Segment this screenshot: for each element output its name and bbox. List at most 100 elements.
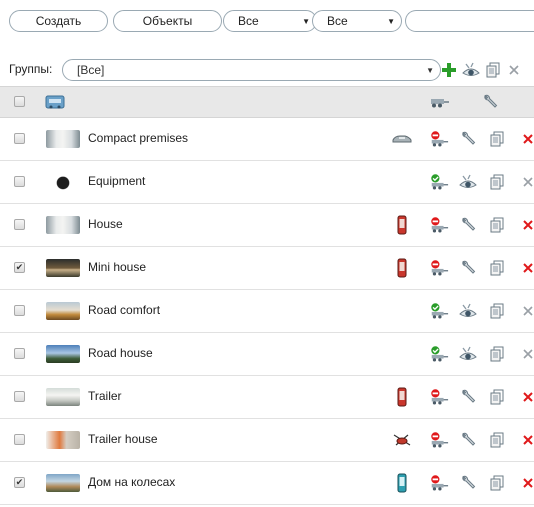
- wrench-icon[interactable]: [458, 128, 478, 150]
- phone-red-icon: [392, 257, 412, 279]
- add-group-icon[interactable]: [439, 59, 459, 81]
- groups-select[interactable]: [Все] ▼: [62, 59, 441, 81]
- copy-icon[interactable]: [487, 429, 507, 451]
- unit-thumbnail: [46, 216, 80, 234]
- unit-name[interactable]: Road comfort: [88, 303, 160, 317]
- unit-type-header-icon: [45, 91, 65, 113]
- table-row: ✔ Дом на колесах: [0, 462, 534, 505]
- unit-name[interactable]: Trailer house: [88, 432, 158, 446]
- row-checkbox[interactable]: [14, 348, 25, 359]
- delete-icon[interactable]: [518, 257, 534, 279]
- wrench-icon[interactable]: [458, 214, 478, 236]
- phone-red-icon: [392, 214, 412, 236]
- eye-icon[interactable]: [458, 343, 478, 365]
- wrench-header-icon: [480, 91, 500, 113]
- objects-button[interactable]: Объекты: [113, 10, 222, 32]
- unit-thumbnail: [46, 130, 80, 148]
- chevron-down-icon: ▼: [426, 65, 434, 75]
- copy-icon[interactable]: [487, 214, 507, 236]
- table-row: House: [0, 204, 534, 247]
- unit-name[interactable]: House: [88, 217, 123, 231]
- unit-thumbnail: [46, 259, 80, 277]
- table-row: Trailer house: [0, 419, 534, 462]
- close-icon[interactable]: [504, 59, 524, 81]
- copy-icon[interactable]: [487, 300, 507, 322]
- table-header: [0, 86, 534, 118]
- row-checkbox[interactable]: [14, 133, 25, 144]
- copy-icon[interactable]: [487, 472, 507, 494]
- eye-icon[interactable]: [458, 171, 478, 193]
- row-checkbox[interactable]: ✔: [14, 262, 25, 273]
- phone-teal-icon: [392, 472, 412, 494]
- status-red-trailer-icon[interactable]: [429, 386, 449, 408]
- unit-thumbnail: [46, 173, 80, 191]
- close-icon[interactable]: [518, 171, 534, 193]
- copy-icon[interactable]: [487, 343, 507, 365]
- copy-icon[interactable]: [483, 59, 503, 81]
- table-body: Compact premises Equipment House ✔ Mini hous…: [0, 118, 534, 505]
- status-green-trailer-icon[interactable]: [429, 171, 449, 193]
- table-row: ✔ Mini house: [0, 247, 534, 290]
- close-icon[interactable]: [518, 300, 534, 322]
- phone-red-icon: [392, 386, 412, 408]
- row-checkbox[interactable]: [14, 305, 25, 316]
- table-row: Trailer: [0, 376, 534, 419]
- status-green-trailer-icon[interactable]: [429, 300, 449, 322]
- wrench-icon[interactable]: [458, 429, 478, 451]
- row-checkbox[interactable]: ✔: [14, 477, 25, 488]
- status-red-trailer-icon[interactable]: [429, 257, 449, 279]
- wrench-icon[interactable]: [458, 386, 478, 408]
- eye-icon[interactable]: [458, 300, 478, 322]
- delete-icon[interactable]: [518, 472, 534, 494]
- row-checkbox[interactable]: [14, 391, 25, 402]
- delete-icon[interactable]: [518, 429, 534, 451]
- table-row: Road comfort: [0, 290, 534, 333]
- table-row: Equipment: [0, 161, 534, 204]
- delete-icon[interactable]: [518, 214, 534, 236]
- units-table: Compact premises Equipment House ✔ Mini hous…: [0, 86, 534, 505]
- groups-label: Группы:: [9, 62, 53, 76]
- status-red-trailer-icon[interactable]: [429, 472, 449, 494]
- chevron-down-icon: ▼: [387, 16, 395, 26]
- create-button[interactable]: Создать: [9, 10, 108, 32]
- car-icon: [392, 128, 412, 150]
- wrench-icon[interactable]: [458, 257, 478, 279]
- filter-select-2-value: Все: [327, 14, 348, 28]
- close-icon[interactable]: [518, 343, 534, 365]
- delete-icon[interactable]: [518, 128, 534, 150]
- status-red-trailer-icon[interactable]: [429, 214, 449, 236]
- copy-icon[interactable]: [487, 171, 507, 193]
- filter-select-1[interactable]: Все ▼: [223, 10, 317, 32]
- unit-thumbnail: [46, 431, 80, 449]
- select-all-checkbox[interactable]: [14, 96, 25, 107]
- unit-name[interactable]: Compact premises: [88, 131, 188, 145]
- wrench-icon[interactable]: [458, 472, 478, 494]
- delete-icon[interactable]: [518, 386, 534, 408]
- unit-name[interactable]: Mini house: [88, 260, 146, 274]
- groups-bar: Группы: [Все] ▼: [9, 59, 534, 81]
- copy-icon[interactable]: [487, 257, 507, 279]
- copy-icon[interactable]: [487, 128, 507, 150]
- unit-name[interactable]: Trailer: [88, 389, 122, 403]
- unit-name[interactable]: Дом на колесах: [88, 475, 175, 489]
- unit-thumbnail: [46, 302, 80, 320]
- status-green-trailer-icon[interactable]: [429, 343, 449, 365]
- search-input[interactable]: [405, 10, 534, 32]
- unit-name[interactable]: Road house: [88, 346, 153, 360]
- unit-name[interactable]: Equipment: [88, 174, 145, 188]
- status-red-trailer-icon[interactable]: [429, 429, 449, 451]
- unit-thumbnail: [46, 388, 80, 406]
- groups-select-value: [Все]: [77, 63, 105, 77]
- filter-select-2[interactable]: Все ▼: [312, 10, 402, 32]
- toolbar: Создать Объекты Все ▼ Все ▼: [9, 10, 534, 34]
- eye-icon[interactable]: [461, 59, 481, 81]
- chevron-down-icon: ▼: [302, 16, 310, 26]
- table-row: Road house: [0, 333, 534, 376]
- row-checkbox[interactable]: [14, 434, 25, 445]
- status-red-trailer-icon[interactable]: [429, 128, 449, 150]
- filter-select-1-value: Все: [238, 14, 259, 28]
- row-checkbox[interactable]: [14, 176, 25, 187]
- row-checkbox[interactable]: [14, 219, 25, 230]
- unit-thumbnail: [46, 474, 80, 492]
- copy-icon[interactable]: [487, 386, 507, 408]
